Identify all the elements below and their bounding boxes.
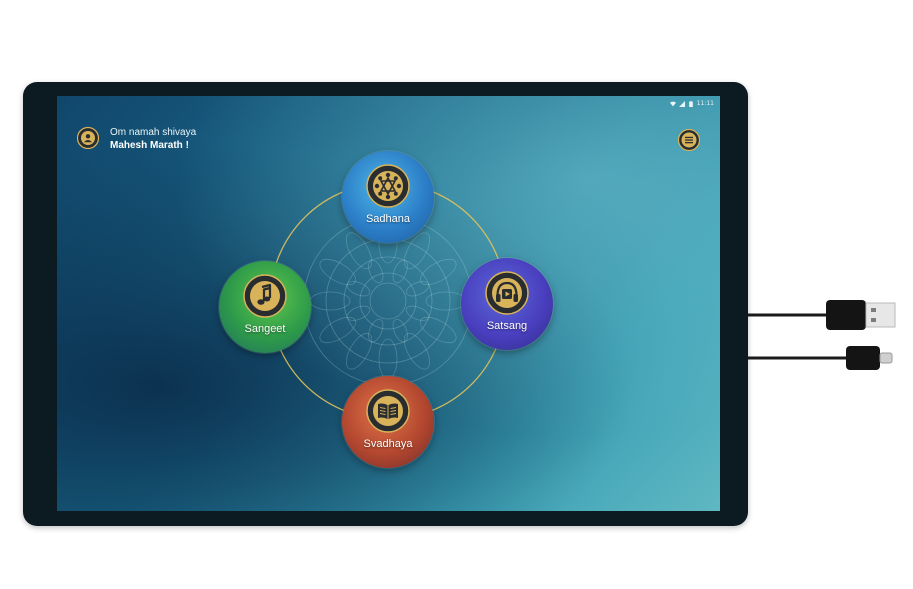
battery-icon: [688, 101, 693, 107]
usb-a-plug: [826, 300, 866, 330]
product-photo: 11:11 Om namah shivaya Mahesh Marath ! S…: [0, 0, 913, 589]
tablet-device: 11:11 Om namah shivaya Mahesh Marath ! S…: [23, 82, 748, 526]
nav-sangeet-label: Sangeet: [244, 323, 286, 335]
nav-sadhana-label: Sadhana: [365, 213, 411, 225]
nav-svadhaya-button[interactable]: Svadhaya: [342, 376, 434, 468]
music-note-icon: [243, 274, 287, 318]
greeting-text: Om namah shivaya: [110, 127, 197, 138]
nav-satsang-label: Satsang: [486, 320, 528, 332]
user-name: Mahesh Marath !: [110, 140, 189, 151]
open-book-icon: [366, 389, 410, 433]
headphones-play-icon: [485, 271, 529, 315]
nav-svadhaya-label: Svadhaya: [363, 438, 413, 450]
user-avatar-icon[interactable]: [77, 127, 99, 149]
app-screen: 11:11 Om namah shivaya Mahesh Marath ! S…: [57, 96, 720, 511]
nav-sangeet-button[interactable]: Sangeet: [219, 261, 311, 353]
status-bar: 11:11: [669, 99, 714, 109]
greeting-block: Om namah shivaya Mahesh Marath !: [110, 126, 196, 152]
wifi-icon: [669, 101, 676, 107]
hamburger-menu-icon[interactable]: [678, 129, 700, 151]
status-time: 11:11: [696, 100, 714, 107]
chakra-emblem-icon: [366, 164, 410, 208]
usb-cable: [748, 300, 896, 370]
nav-satsang-button[interactable]: Satsang: [461, 258, 553, 350]
nav-sadhana-button[interactable]: Sadhana: [342, 151, 434, 243]
signal-icon: [678, 101, 685, 107]
usb-c-plug: [846, 346, 880, 370]
